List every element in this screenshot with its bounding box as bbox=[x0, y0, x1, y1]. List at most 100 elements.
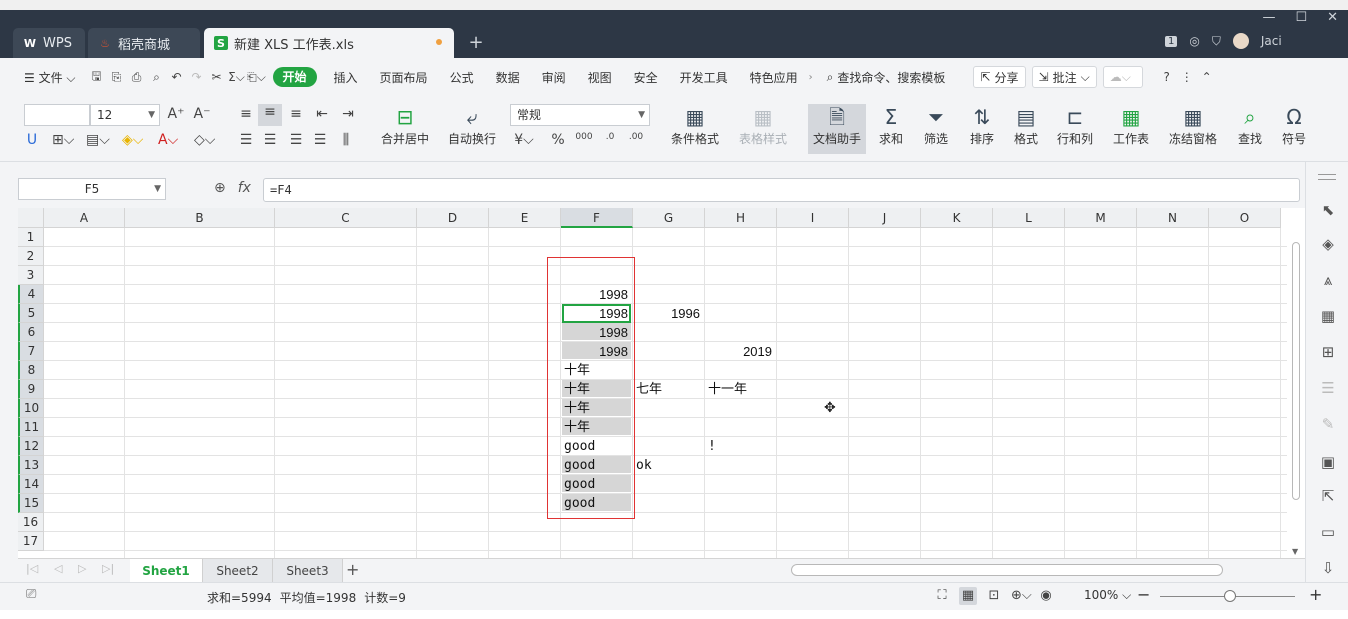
worksheet-button[interactable]: ▦ 工作表 bbox=[1106, 104, 1156, 147]
save-icon[interactable]: 🖫 bbox=[87, 68, 107, 86]
find-button[interactable]: ⌕ 查找 bbox=[1230, 104, 1270, 147]
row-header-14[interactable]: 14 bbox=[18, 475, 44, 494]
increase-indent-icon[interactable]: ⇥ bbox=[338, 106, 358, 122]
menu-scroll-right-icon[interactable]: › bbox=[809, 72, 813, 83]
command-search[interactable]: ⌕ 查找命令、搜索模板 bbox=[827, 69, 946, 86]
column-header-b[interactable]: B bbox=[125, 208, 275, 228]
spreadsheet-grid[interactable]: A B C D E F G H I J K L M N O 1 2 3 4 5 6 7 8 9 10 11 12 13 14 15 16 17… bbox=[18, 208, 1305, 558]
cell-h7[interactable]: 2019 bbox=[706, 342, 775, 361]
eye-protection-icon[interactable]: ◉ bbox=[1037, 587, 1055, 605]
sort-button[interactable]: ⇅ 排序 bbox=[962, 104, 1002, 147]
cell-g9[interactable]: 七年 bbox=[634, 380, 703, 399]
fx-icon[interactable]: fx bbox=[238, 180, 251, 196]
underline-icon[interactable]: U bbox=[22, 132, 42, 148]
cell-style-icon[interactable]: ▤⌵ bbox=[86, 132, 110, 148]
tab-security[interactable]: 安全 bbox=[623, 69, 669, 86]
cell-g13[interactable]: ok bbox=[634, 456, 703, 475]
zoom-out-button[interactable]: − bbox=[1137, 585, 1150, 604]
sum-button[interactable]: Σ 求和 bbox=[872, 104, 910, 147]
tab-special-apps[interactable]: 特色应用 bbox=[739, 69, 809, 86]
wrap-text-button[interactable]: ⤶ 自动换行 bbox=[444, 104, 500, 147]
reading-layout-icon[interactable]: ⊕⌵ bbox=[1011, 587, 1032, 605]
horizontal-scroll-thumb[interactable] bbox=[791, 564, 1223, 576]
font-color-icon[interactable]: A⌵ bbox=[158, 132, 178, 148]
list-icon[interactable]: ☰ bbox=[1318, 378, 1338, 398]
filter-button[interactable]: ⏷ 筛选 bbox=[916, 104, 956, 147]
freeze-panes-button[interactable]: ▦ 冻结窗格 bbox=[1162, 104, 1224, 147]
row-header-5[interactable]: 5 bbox=[18, 304, 44, 323]
grid-apps-icon[interactable]: ⊞ bbox=[1318, 342, 1338, 362]
column-header-o[interactable]: O bbox=[1209, 208, 1281, 228]
sheet-tab-3[interactable]: Sheet3 bbox=[273, 559, 343, 583]
justify-icon[interactable]: ☰ bbox=[310, 132, 330, 148]
decrease-font-icon[interactable]: A⁻ bbox=[192, 106, 212, 122]
align-top-icon[interactable]: ≡ bbox=[236, 106, 256, 122]
page-break-view-icon[interactable]: ⊡ bbox=[985, 587, 1003, 605]
cell-f12[interactable]: good bbox=[562, 437, 631, 456]
merge-center-button[interactable]: ⊟ 合并居中 bbox=[376, 104, 434, 147]
cell-f9[interactable]: 十年 bbox=[562, 380, 631, 397]
collapse-ribbon-icon[interactable]: ⌃ bbox=[1197, 68, 1217, 86]
select-pointer-icon[interactable]: ⬉ bbox=[1318, 200, 1338, 220]
row-header-17[interactable]: 17 bbox=[18, 532, 44, 551]
user-name[interactable]: Jaci bbox=[1261, 34, 1282, 48]
row-header-8[interactable]: 8 bbox=[18, 361, 44, 380]
decrease-decimal-icon[interactable]: .00 bbox=[626, 132, 646, 142]
new-tab-button[interactable]: + bbox=[466, 32, 486, 53]
archive-icon[interactable]: ▭ bbox=[1318, 522, 1338, 542]
thousands-separator-icon[interactable]: 000 bbox=[574, 132, 594, 142]
clear-format-icon[interactable]: ◇⌵ bbox=[194, 132, 215, 148]
download-icon[interactable]: ⇩ bbox=[1318, 558, 1338, 578]
column-header-m[interactable]: M bbox=[1065, 208, 1137, 228]
tab-wps[interactable]: W WPS bbox=[13, 28, 85, 58]
tab-home[interactable]: 开始 bbox=[272, 67, 317, 87]
redo-icon[interactable]: ↷ bbox=[187, 68, 207, 86]
conditional-format-button[interactable]: ▦ 条件格式 bbox=[664, 104, 726, 147]
cell-f8[interactable]: 十年 bbox=[562, 361, 631, 380]
cloud-sync-button[interactable]: ☁⌵ bbox=[1102, 66, 1143, 88]
column-header-g[interactable]: G bbox=[633, 208, 705, 228]
column-header-f[interactable]: F bbox=[561, 208, 633, 228]
row-header-2[interactable]: 2 bbox=[18, 247, 44, 266]
column-header-h[interactable]: H bbox=[705, 208, 777, 228]
column-header-i[interactable]: I bbox=[777, 208, 849, 228]
column-header-k[interactable]: K bbox=[921, 208, 993, 228]
cell-f11[interactable]: 十年 bbox=[562, 418, 631, 435]
cloud-icon[interactable]: ◎ bbox=[1189, 34, 1199, 48]
column-header-e[interactable]: E bbox=[489, 208, 561, 228]
increase-decimal-icon[interactable]: .0 bbox=[600, 132, 620, 142]
currency-icon[interactable]: ¥⌵ bbox=[514, 132, 534, 148]
select-all-corner[interactable] bbox=[18, 208, 44, 228]
more-icon[interactable]: ⋮ bbox=[1177, 68, 1197, 86]
avatar[interactable] bbox=[1232, 33, 1249, 49]
print-icon[interactable]: ⎙ bbox=[127, 68, 147, 86]
panel-grip[interactable] bbox=[1318, 174, 1336, 180]
border-icon[interactable]: ⊞⌵ bbox=[52, 132, 74, 148]
row-header-6[interactable]: 6 bbox=[18, 323, 44, 342]
row-header-15[interactable]: 15 bbox=[18, 494, 44, 513]
edit-icon[interactable]: ✎ bbox=[1318, 414, 1338, 434]
increase-font-icon[interactable]: A⁺ bbox=[166, 106, 186, 122]
share-button[interactable]: ⇱ 分享 bbox=[973, 66, 1026, 88]
cell-f15[interactable]: good bbox=[562, 494, 631, 511]
undo-icon[interactable]: ↶ bbox=[167, 68, 187, 86]
macro-icon[interactable]: ⎚ bbox=[26, 587, 36, 602]
tab-data[interactable]: 数据 bbox=[485, 69, 531, 86]
image-icon[interactable]: ▣ bbox=[1318, 452, 1338, 472]
format-button[interactable]: ▤ 格式 bbox=[1006, 104, 1046, 147]
row-header-1[interactable]: 1 bbox=[18, 228, 44, 247]
column-header-l[interactable]: L bbox=[993, 208, 1065, 228]
fullscreen-icon[interactable]: ⛶ bbox=[933, 587, 951, 605]
row-header-16[interactable]: 16 bbox=[18, 513, 44, 532]
first-sheet-icon[interactable]: |◁ bbox=[26, 562, 38, 575]
normal-view-icon[interactable]: ▦ bbox=[959, 587, 977, 605]
tab-formulas[interactable]: 公式 bbox=[439, 69, 485, 86]
number-format-select[interactable]: 常规 ▼ bbox=[510, 104, 650, 126]
formula-input[interactable]: =F4 bbox=[263, 178, 1300, 202]
style-icon[interactable]: ⩓ bbox=[1318, 270, 1338, 290]
column-header-j[interactable]: J bbox=[849, 208, 921, 228]
last-sheet-icon[interactable]: ▷| bbox=[102, 562, 114, 575]
percent-icon[interactable]: % bbox=[548, 132, 568, 148]
zoom-in-button[interactable]: + bbox=[1309, 585, 1322, 604]
table-icon[interactable]: ▦ bbox=[1318, 306, 1338, 326]
